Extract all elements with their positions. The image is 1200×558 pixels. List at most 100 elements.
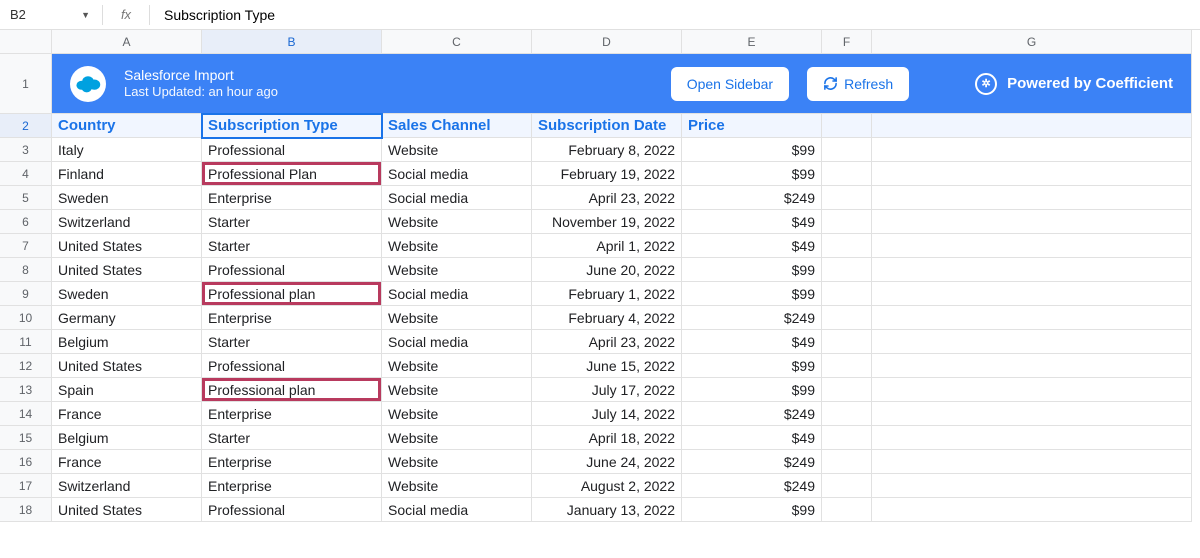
cell-C5[interactable]: Social media: [382, 186, 532, 210]
row-header-6[interactable]: 6: [0, 210, 52, 234]
header-cell-A[interactable]: Country: [52, 114, 202, 138]
cell-A5[interactable]: Sweden: [52, 186, 202, 210]
cell-C8[interactable]: Website: [382, 258, 532, 282]
cell-E6[interactable]: $49: [682, 210, 822, 234]
row-header-18[interactable]: 18: [0, 498, 52, 522]
row-header-2[interactable]: 2: [0, 114, 52, 138]
cell-B9[interactable]: Professional plan: [202, 282, 382, 306]
cell-C4[interactable]: Social media: [382, 162, 532, 186]
name-box[interactable]: B2 ▼: [6, 4, 94, 26]
cell-C14[interactable]: Website: [382, 402, 532, 426]
header-cell-E[interactable]: Price: [682, 114, 822, 138]
cell-B12[interactable]: Professional: [202, 354, 382, 378]
cell-C7[interactable]: Website: [382, 234, 532, 258]
cell-A15[interactable]: Belgium: [52, 426, 202, 450]
cell-B5[interactable]: Enterprise: [202, 186, 382, 210]
row-header-3[interactable]: 3: [0, 138, 52, 162]
cell-B16[interactable]: Enterprise: [202, 450, 382, 474]
cell-E14[interactable]: $249: [682, 402, 822, 426]
cell-E16[interactable]: $249: [682, 450, 822, 474]
cell-E4[interactable]: $99: [682, 162, 822, 186]
cell-A3[interactable]: Italy: [52, 138, 202, 162]
cell-F15[interactable]: [822, 426, 872, 450]
cell-F18[interactable]: [822, 498, 872, 522]
cell-G6[interactable]: [872, 210, 1192, 234]
row-header-7[interactable]: 7: [0, 234, 52, 258]
column-header-E[interactable]: E: [682, 30, 822, 54]
cell-D9[interactable]: February 1, 2022: [532, 282, 682, 306]
cell-F12[interactable]: [822, 354, 872, 378]
cell-D12[interactable]: June 15, 2022: [532, 354, 682, 378]
cell-G10[interactable]: [872, 306, 1192, 330]
cell-G7[interactable]: [872, 234, 1192, 258]
cell-E11[interactable]: $49: [682, 330, 822, 354]
row-header-11[interactable]: 11: [0, 330, 52, 354]
cell-A18[interactable]: United States: [52, 498, 202, 522]
cell-C3[interactable]: Website: [382, 138, 532, 162]
cell-G8[interactable]: [872, 258, 1192, 282]
cell-D6[interactable]: November 19, 2022: [532, 210, 682, 234]
cell-E13[interactable]: $99: [682, 378, 822, 402]
select-all-corner[interactable]: [0, 30, 52, 54]
cell-D11[interactable]: April 23, 2022: [532, 330, 682, 354]
row-header-8[interactable]: 8: [0, 258, 52, 282]
cell-G11[interactable]: [872, 330, 1192, 354]
header-cell-D[interactable]: Subscription Date: [532, 114, 682, 138]
cell-B11[interactable]: Starter: [202, 330, 382, 354]
cell-G17[interactable]: [872, 474, 1192, 498]
cell-F3[interactable]: [822, 138, 872, 162]
cell-A7[interactable]: United States: [52, 234, 202, 258]
cell-G3[interactable]: [872, 138, 1192, 162]
row-header-13[interactable]: 13: [0, 378, 52, 402]
cell-D16[interactable]: June 24, 2022: [532, 450, 682, 474]
column-header-D[interactable]: D: [532, 30, 682, 54]
cell-A4[interactable]: Finland: [52, 162, 202, 186]
row-header-5[interactable]: 5: [0, 186, 52, 210]
spreadsheet-grid[interactable]: ABCDEFG1Salesforce ImportLast Updated: a…: [0, 30, 1200, 522]
header-cell-F[interactable]: [822, 114, 872, 138]
cell-A13[interactable]: Spain: [52, 378, 202, 402]
row-header-1[interactable]: 1: [0, 54, 52, 114]
header-cell-B[interactable]: Subscription Type: [202, 114, 382, 138]
cell-E3[interactable]: $99: [682, 138, 822, 162]
cell-G4[interactable]: [872, 162, 1192, 186]
row-header-17[interactable]: 17: [0, 474, 52, 498]
row-header-15[interactable]: 15: [0, 426, 52, 450]
cell-F4[interactable]: [822, 162, 872, 186]
cell-A10[interactable]: Germany: [52, 306, 202, 330]
cell-E18[interactable]: $99: [682, 498, 822, 522]
cell-C11[interactable]: Social media: [382, 330, 532, 354]
cell-B14[interactable]: Enterprise: [202, 402, 382, 426]
row-header-14[interactable]: 14: [0, 402, 52, 426]
row-header-16[interactable]: 16: [0, 450, 52, 474]
row-header-9[interactable]: 9: [0, 282, 52, 306]
cell-F6[interactable]: [822, 210, 872, 234]
cell-C10[interactable]: Website: [382, 306, 532, 330]
cell-A8[interactable]: United States: [52, 258, 202, 282]
cell-D10[interactable]: February 4, 2022: [532, 306, 682, 330]
cell-F9[interactable]: [822, 282, 872, 306]
cell-A6[interactable]: Switzerland: [52, 210, 202, 234]
header-cell-G[interactable]: [872, 114, 1192, 138]
cell-C17[interactable]: Website: [382, 474, 532, 498]
refresh-button[interactable]: Refresh: [807, 67, 909, 101]
row-header-12[interactable]: 12: [0, 354, 52, 378]
cell-B6[interactable]: Starter: [202, 210, 382, 234]
cell-A16[interactable]: France: [52, 450, 202, 474]
cell-C18[interactable]: Social media: [382, 498, 532, 522]
cell-G5[interactable]: [872, 186, 1192, 210]
cell-C6[interactable]: Website: [382, 210, 532, 234]
cell-B3[interactable]: Professional: [202, 138, 382, 162]
cell-F13[interactable]: [822, 378, 872, 402]
cell-F17[interactable]: [822, 474, 872, 498]
cell-F16[interactable]: [822, 450, 872, 474]
cell-E12[interactable]: $99: [682, 354, 822, 378]
cell-F7[interactable]: [822, 234, 872, 258]
cell-D13[interactable]: July 17, 2022: [532, 378, 682, 402]
cell-E10[interactable]: $249: [682, 306, 822, 330]
cell-F10[interactable]: [822, 306, 872, 330]
cell-D14[interactable]: July 14, 2022: [532, 402, 682, 426]
cell-D4[interactable]: February 19, 2022: [532, 162, 682, 186]
row-header-10[interactable]: 10: [0, 306, 52, 330]
cell-D7[interactable]: April 1, 2022: [532, 234, 682, 258]
